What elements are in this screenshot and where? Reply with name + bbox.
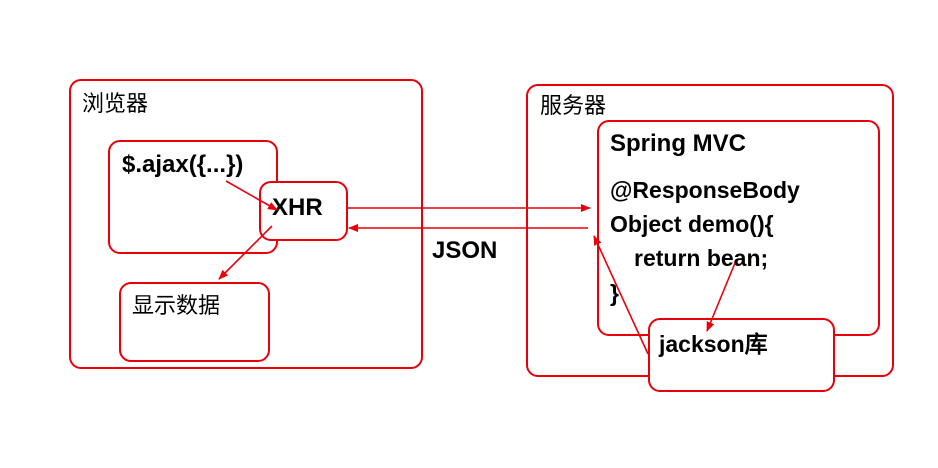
display-data-label: 显示数据 xyxy=(132,294,221,319)
json-label: JSON xyxy=(432,237,498,264)
xhr-label: XHR xyxy=(272,194,323,221)
code-line-return: return bean; xyxy=(634,245,769,271)
ajax-label: $.ajax({...}) xyxy=(122,151,244,178)
code-line-annotation: @ResponseBody xyxy=(610,177,800,203)
code-line-close-brace: } xyxy=(610,280,619,306)
jackson-label: jackson库 xyxy=(659,331,768,357)
browser-title: 浏览器 xyxy=(82,92,149,117)
server-title: 服务器 xyxy=(540,94,607,119)
spring-mvc-title: Spring MVC xyxy=(610,130,746,157)
code-line-signature: Object demo(){ xyxy=(610,211,774,237)
